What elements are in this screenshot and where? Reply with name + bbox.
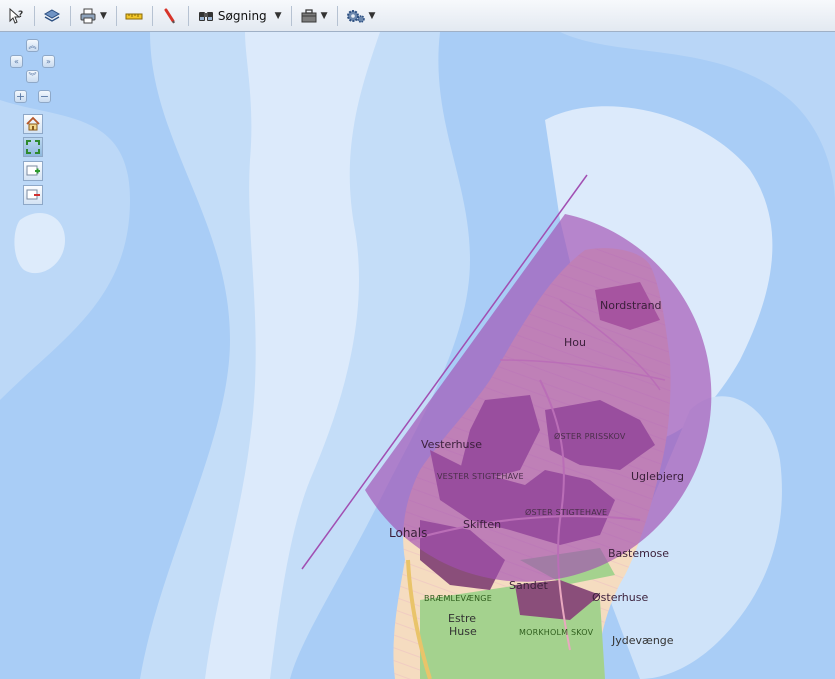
zoom-in-box-icon <box>26 165 40 176</box>
place-label: BRÆMLEVÆNGE <box>424 594 492 603</box>
place-label: Huse <box>449 625 477 638</box>
layers-icon <box>43 8 61 22</box>
place-label: Bastemose <box>608 547 669 560</box>
pan-left-icon[interactable]: « <box>10 55 23 68</box>
place-label: Hou <box>564 336 586 349</box>
toolbar-separator <box>290 5 292 26</box>
toolbar-separator <box>151 5 153 26</box>
identify-tool-button[interactable]: ? <box>4 4 28 28</box>
pan-right-icon[interactable]: » <box>42 55 55 68</box>
place-label: Sandet <box>509 579 548 592</box>
marker-icon <box>164 8 175 23</box>
zoom-extent-button[interactable] <box>23 137 43 157</box>
zoom-out-box-icon <box>26 189 40 200</box>
pan-up-icon[interactable]: ︽ <box>26 39 39 52</box>
binoculars-icon <box>198 11 213 21</box>
map-canvas[interactable]: Nordstrand Hou Vesterhuse ØSTER PRISSKOV… <box>0 32 835 679</box>
measure-tool-button[interactable] <box>122 4 146 28</box>
place-label: ØSTER STIGTEHAVE <box>525 507 607 517</box>
toolbar-separator <box>34 5 35 26</box>
home-icon <box>26 116 40 131</box>
zoom-out-button[interactable]: − <box>38 90 51 103</box>
place-label: Østerhuse <box>592 591 648 604</box>
place-label: Estre <box>448 612 476 625</box>
ruler-icon <box>125 13 143 19</box>
search-tool-button[interactable]: Søgning ▼ <box>194 4 285 28</box>
place-label: Uglebjerg <box>631 470 684 483</box>
search-label: Søgning <box>217 8 267 23</box>
toolbar-separator <box>336 5 338 26</box>
place-label: VESTER STIGTEHAVE <box>437 472 524 481</box>
toolbar-separator <box>187 5 189 26</box>
chevron-down-icon: ▼ <box>100 10 107 21</box>
printer-icon <box>80 8 96 23</box>
print-tool-button[interactable]: ▼ <box>76 4 110 28</box>
place-label: Lohals <box>389 526 427 540</box>
zoom-extent-icon <box>26 140 40 154</box>
place-label: Skiften <box>463 518 501 531</box>
chevron-down-icon: ▼ <box>320 10 328 21</box>
place-label: Jydevænge <box>611 634 674 647</box>
toolbox-tool-button[interactable]: ▼ <box>297 4 331 28</box>
zoom-out-box-button[interactable] <box>23 185 43 205</box>
toolbar-separator <box>115 5 117 26</box>
cursor-question-icon: ? <box>9 7 23 24</box>
zoom-in-box-button[interactable] <box>23 161 43 181</box>
chevron-down-icon: ▼ <box>274 10 282 21</box>
toolbar-separator <box>70 5 71 26</box>
map-svg: Nordstrand Hou Vesterhuse ØSTER PRISSKOV… <box>0 32 835 679</box>
place-label: Vesterhuse <box>421 438 482 451</box>
gears-icon <box>346 9 365 23</box>
draw-tool-button[interactable] <box>158 4 182 28</box>
place-label: MORKHOLM SKOV <box>519 628 594 637</box>
place-label: Nordstrand <box>600 299 662 312</box>
home-button[interactable] <box>23 114 43 134</box>
toolbox-icon <box>301 8 317 22</box>
settings-tool-button[interactable]: ▼ <box>343 4 379 28</box>
zoom-in-button[interactable]: + <box>14 90 27 103</box>
layers-tool-button[interactable] <box>40 4 64 28</box>
place-label: ØSTER PRISSKOV <box>554 431 626 441</box>
pan-down-icon[interactable]: ︾ <box>26 70 39 83</box>
toolbar: ? ▼ Søgning ▼ ▼ ▼ <box>0 0 835 32</box>
svg-text:?: ? <box>18 10 23 20</box>
chevron-down-icon: ▼ <box>368 10 376 21</box>
